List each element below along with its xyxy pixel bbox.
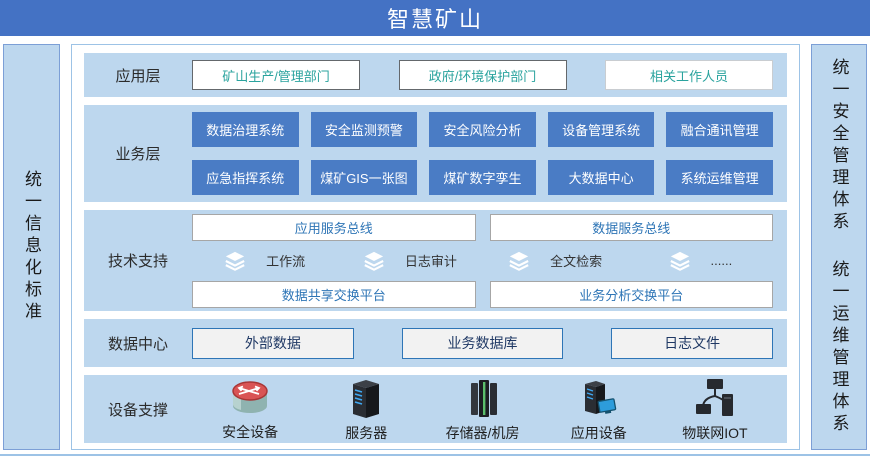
tech-support-content: 应用服务总线 数据服务总线 工作流 日志审计 (192, 214, 773, 308)
middleware-more-label: ...... (711, 253, 733, 268)
service-bus-row: 应用服务总线 数据服务总线 (192, 214, 773, 241)
data-center-label: 数据中心 (84, 333, 192, 354)
biz-box-system-ops-management: 系统运维管理 (666, 160, 773, 195)
middleware-fulltext-search-label: 全文检索 (550, 251, 602, 270)
application-layer-content: 矿山生产/管理部门 政府/环境保护部门 相关工作人员 (192, 60, 773, 90)
business-layer-band: 业务层 数据治理系统 安全监测预警 安全风险分析 设备管理系统 融合通讯管理 应… (84, 105, 787, 202)
biz-box-safety-monitoring-warning: 安全监测预警 (311, 112, 418, 147)
storage-rack-icon (462, 376, 504, 420)
middleware-more: ...... (628, 249, 773, 273)
data-sharing-exchange-platform-box: 数据共享交换平台 (192, 281, 476, 308)
data-center-content: 外部数据 业务数据库 日志文件 (192, 328, 773, 359)
layers-icon (363, 250, 385, 272)
application-layer-band: 应用层 矿山生产/管理部门 政府/环境保护部门 相关工作人员 (84, 53, 787, 97)
server-icon (345, 376, 387, 420)
layers-icon (224, 250, 246, 272)
device-application: 应用设备 (541, 376, 657, 443)
device-iot-label: 物联网IOT (682, 423, 747, 443)
app-device-icon (577, 376, 621, 420)
app-box-mine-production-dept: 矿山生产/管理部门 (192, 60, 360, 90)
biz-box-coal-mine-gis-map: 煤矿GIS一张图 (311, 160, 418, 195)
log-file-box: 日志文件 (611, 328, 773, 359)
device-server-label: 服务器 (345, 423, 387, 443)
device-support-band: 设备支撑 安全设备 (84, 375, 787, 443)
tech-support-label: 技术支持 (84, 250, 192, 271)
device-storage: 存储器/机房 (424, 376, 540, 443)
biz-box-safety-risk-analysis: 安全风险分析 (429, 112, 536, 147)
exchange-platform-row: 数据共享交换平台 业务分析交换平台 (192, 281, 773, 308)
bottom-divider (0, 454, 870, 456)
security-device-icon (225, 377, 275, 419)
left-pillar-unified-info-standard: 统一信息化标准 (3, 44, 60, 450)
data-center-band: 数据中心 外部数据 业务数据库 日志文件 (84, 319, 787, 367)
middleware-log-audit: 日志审计 (337, 249, 482, 273)
main-panel: 应用层 矿山生产/管理部门 政府/环境保护部门 相关工作人员 业务层 数据治理系… (71, 44, 800, 450)
page-title: 智慧矿山 (0, 0, 870, 36)
device-iot: 物联网IOT (657, 376, 773, 443)
device-support-label: 设备支撑 (84, 399, 192, 420)
device-application-label: 应用设备 (571, 423, 627, 443)
middleware-log-audit-label: 日志审计 (405, 251, 457, 270)
layers-icon (508, 250, 530, 272)
device-support-content: 安全设备 服务器 (192, 376, 773, 443)
business-row-2: 应急指挥系统 煤矿GIS一张图 煤矿数字孪生 大数据中心 系统运维管理 (192, 160, 773, 195)
device-storage-label: 存储器/机房 (446, 423, 520, 443)
biz-box-coal-mine-digital-twin: 煤矿数字孪生 (429, 160, 536, 195)
biz-box-data-governance-system: 数据治理系统 (192, 112, 299, 147)
external-data-box: 外部数据 (192, 328, 354, 359)
business-row-1: 数据治理系统 安全监测预警 安全风险分析 设备管理系统 融合通讯管理 (192, 112, 773, 147)
middleware-fulltext-search: 全文检索 (483, 249, 628, 273)
biz-box-converged-communication: 融合通讯管理 (666, 112, 773, 147)
middleware-row: 工作流 日志审计 全文检索 ...... (192, 249, 773, 273)
biz-box-big-data-center: 大数据中心 (548, 160, 655, 195)
biz-box-equipment-management-system: 设备管理系统 (548, 112, 655, 147)
left-pillar-label: 统一信息化标准 (23, 170, 40, 324)
tech-support-band: 技术支持 应用服务总线 数据服务总线 工作流 日志审计 (84, 210, 787, 311)
right-pillar-unified-systems: 统一安全管理体系 统一运维管理体系 (811, 44, 867, 450)
diagram-body: 统一信息化标准 应用层 矿山生产/管理部门 政府/环境保护部门 相关工作人员 业… (0, 44, 870, 450)
right-pillar-ops-label: 统一运维管理体系 (831, 260, 848, 436)
app-service-bus-box: 应用服务总线 (192, 214, 476, 241)
business-layer-label: 业务层 (84, 143, 192, 164)
data-service-bus-box: 数据服务总线 (490, 214, 774, 241)
business-database-box: 业务数据库 (402, 328, 564, 359)
middleware-workflow-label: 工作流 (266, 251, 305, 270)
app-box-government-environment-dept: 政府/环境保护部门 (399, 60, 567, 90)
device-security-label: 安全设备 (222, 422, 278, 442)
iot-network-icon (692, 376, 738, 420)
middleware-workflow: 工作流 (192, 249, 337, 273)
device-server: 服务器 (308, 376, 424, 443)
business-layer-content: 数据治理系统 安全监测预警 安全风险分析 设备管理系统 融合通讯管理 应急指挥系… (192, 112, 773, 195)
device-security: 安全设备 (192, 376, 308, 443)
biz-box-emergency-command-system: 应急指挥系统 (192, 160, 299, 195)
application-layer-label: 应用层 (84, 65, 192, 86)
smart-mine-architecture-diagram: 智慧矿山 统一信息化标准 应用层 矿山生产/管理部门 政府/环境保护部门 相关工… (0, 0, 870, 457)
layers-icon (669, 250, 691, 272)
business-analysis-exchange-platform-box: 业务分析交换平台 (490, 281, 774, 308)
right-pillar-security-label: 统一安全管理体系 (831, 58, 848, 234)
app-box-related-staff: 相关工作人员 (605, 60, 773, 90)
